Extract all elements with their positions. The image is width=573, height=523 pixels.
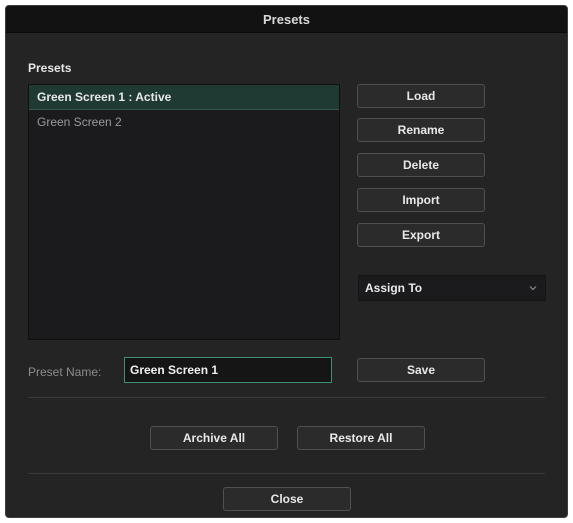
assign-to-label: Assign To [365, 281, 423, 295]
preset-item-green-screen-1[interactable]: Green Screen 1 : Active [29, 85, 339, 110]
save-button[interactable]: Save [357, 358, 485, 382]
divider-bottom [28, 473, 545, 474]
preset-name-label: Preset Name: [28, 365, 102, 379]
assign-to-dropdown[interactable]: Assign To [358, 275, 546, 301]
load-button[interactable]: Load [357, 84, 485, 108]
delete-button[interactable]: Delete [357, 153, 485, 177]
preset-item-green-screen-2[interactable]: Green Screen 2 [29, 110, 339, 134]
dialog-title: Presets [6, 6, 567, 33]
import-button[interactable]: Import [357, 188, 485, 212]
close-button[interactable]: Close [223, 487, 351, 511]
archive-all-button[interactable]: Archive All [150, 426, 278, 450]
restore-all-button[interactable]: Restore All [297, 426, 425, 450]
preset-list[interactable]: Green Screen 1 : Active Green Screen 2 [28, 84, 340, 340]
chevron-down-icon [529, 286, 537, 291]
divider-top [28, 397, 545, 398]
presets-dialog: Presets Presets Green Screen 1 : Active … [5, 5, 568, 518]
rename-button[interactable]: Rename [357, 118, 485, 142]
preset-name-input[interactable] [124, 357, 332, 383]
presets-section-label: Presets [28, 61, 72, 75]
export-button[interactable]: Export [357, 223, 485, 247]
